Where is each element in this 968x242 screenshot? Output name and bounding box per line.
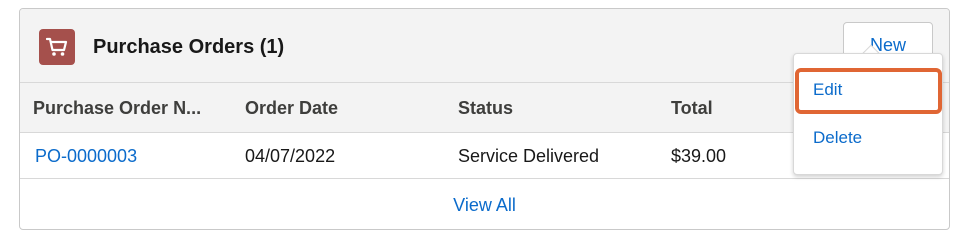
order-date-cell: 04/07/2022 [245,146,336,166]
view-all-link[interactable]: View All [453,195,516,216]
total-cell: $39.00 [671,146,727,166]
column-header-total[interactable]: Total [671,98,713,119]
edit-highlight-box [795,68,942,114]
column-header-po-number[interactable]: Purchase Order N... [33,98,201,119]
card-title-text[interactable]: Purchase Orders [93,36,254,58]
po-number-link[interactable]: PO-0000003 [35,146,137,167]
record-count: (1) [259,36,285,58]
menu-item-delete[interactable]: Delete [813,128,862,148]
cart-icon [39,29,75,65]
card-title[interactable]: Purchase Orders (1) [93,36,284,59]
status-cell: Service Delivered [458,146,600,166]
view-all-footer: View All [20,179,949,229]
column-header-order-date[interactable]: Order Date [245,98,338,119]
column-header-status[interactable]: Status [458,98,513,119]
